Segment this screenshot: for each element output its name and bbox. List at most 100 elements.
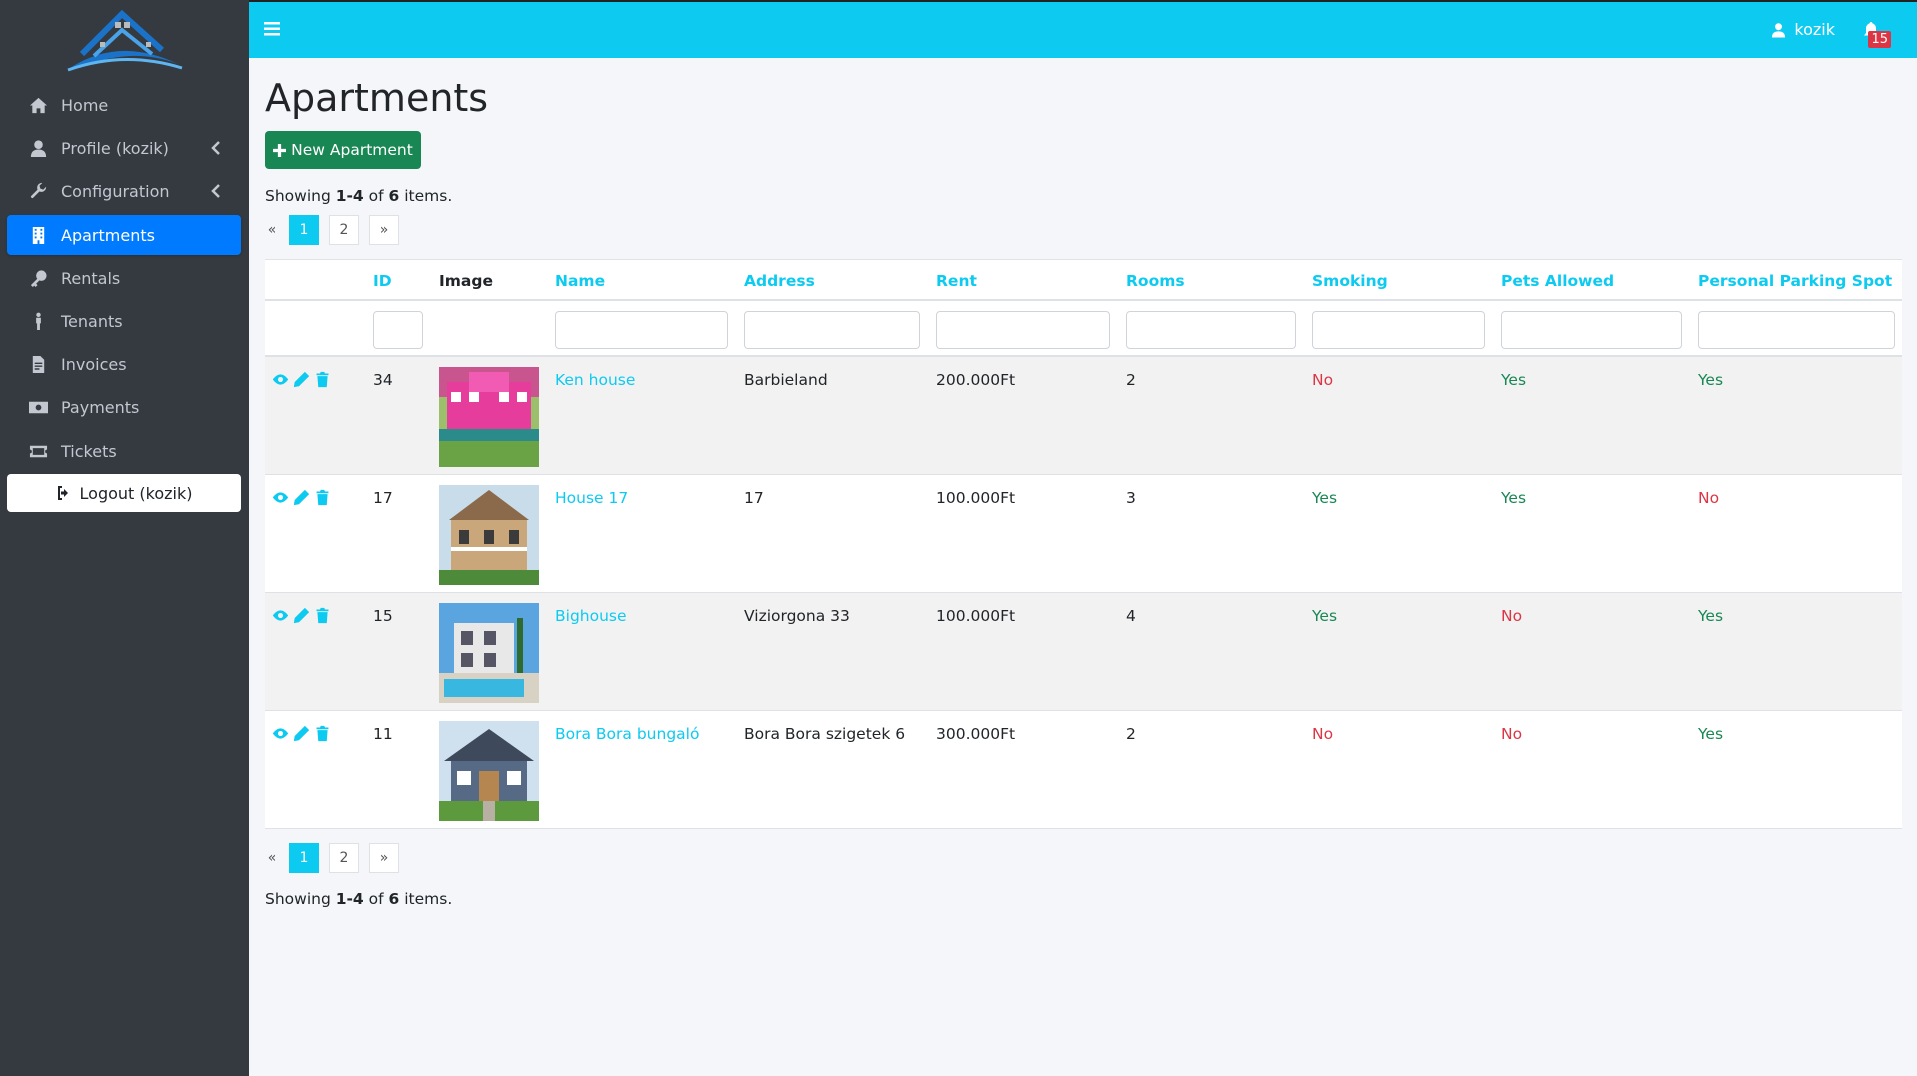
cell-rent: 200.000Ft [936,371,1016,389]
delete-trash-icon[interactable] [314,489,331,506]
cell-address: Barbieland [744,371,828,389]
apartment-thumbnail [439,721,539,821]
view-eye-icon[interactable] [272,371,289,388]
new-apartment-label: New Apartment [291,141,413,159]
pagination-page-2[interactable]: 2 [329,215,359,245]
filter-pets-input[interactable] [1501,311,1682,349]
edit-pencil-icon[interactable] [293,607,310,624]
sidebar-item-apartments[interactable]: Apartments [7,215,241,255]
user-icon [1772,22,1786,37]
filter-name-input[interactable] [555,311,728,349]
cell-rent: 100.000Ft [936,489,1016,507]
pagination-next[interactable]: » [369,843,399,873]
view-eye-icon[interactable] [272,607,289,624]
cell-parking: Yes [1698,371,1724,389]
view-eye-icon[interactable] [272,489,289,506]
pagination-page-1[interactable]: 1 [289,215,319,245]
wrench-icon [27,180,49,202]
brand-logo[interactable] [60,6,185,76]
ticket-icon [27,440,49,462]
apartment-thumbnail [439,367,539,467]
hamburger-menu-icon[interactable] [264,22,280,36]
column-header-pets[interactable]: Pets Allowed [1501,272,1614,290]
pagination-prev[interactable]: « [265,215,279,245]
cell-id: 15 [373,607,393,625]
cell-id: 11 [373,725,393,743]
cell-name-link[interactable]: Bora Bora bungaló [555,725,699,743]
edit-pencil-icon[interactable] [293,725,310,742]
user-menu[interactable]: kozik [1771,20,1835,39]
cell-pets: No [1501,725,1523,743]
logout-button[interactable]: Logout (kozik) [7,474,241,512]
row-actions [272,489,335,506]
column-header-address[interactable]: Address [744,272,815,290]
cell-pets: Yes [1501,371,1527,389]
sidebar-item-label: Configuration [61,181,170,201]
apartment-thumbnail [439,485,539,585]
filter-rooms-input[interactable] [1126,311,1296,349]
sidebar-item-payments[interactable]: Payments [7,387,241,427]
cell-rent: 100.000Ft [936,607,1016,625]
column-header-rent[interactable]: Rent [936,272,977,290]
home-icon [27,94,49,116]
results-summary-bottom: Showing 1-4 of 6 items. [265,890,453,908]
sidebar-item-label: Home [61,95,109,115]
column-header-rooms[interactable]: Rooms [1126,272,1185,290]
cell-smoking: No [1312,725,1334,743]
filter-id-input[interactable] [373,311,423,349]
sidebar-item-configuration[interactable]: Configuration [7,171,241,211]
logout-label: Logout (kozik) [79,483,193,503]
cell-address: Viziorgona 33 [744,607,850,625]
sidebar-item-home[interactable]: Home [7,85,241,125]
chevron-left-icon [211,184,220,198]
delete-trash-icon[interactable] [314,725,331,742]
sidebar-item-invoices[interactable]: Invoices [7,344,241,384]
cell-rent: 300.000Ft [936,725,1016,743]
cell-rooms: 2 [1126,371,1136,389]
edit-pencil-icon[interactable] [293,489,310,506]
username: kozik [1794,20,1835,39]
invoice-icon [27,353,49,375]
column-header-name[interactable]: Name [555,272,605,290]
sidebar: Home Profile (kozik) Configuration Apart… [0,0,249,1076]
sidebar-item-label: Tenants [61,311,123,331]
filter-address-input[interactable] [744,311,920,349]
column-header-parking[interactable]: Personal Parking Spot [1698,272,1892,290]
filter-smoking-input[interactable] [1312,311,1485,349]
cell-name-link[interactable]: Bighouse [555,607,627,625]
sidebar-item-label: Profile (kozik) [61,138,169,158]
sidebar-item-tenants[interactable]: Tenants [7,301,241,341]
column-header-image: Image [439,272,493,290]
sidebar-item-tickets[interactable]: Tickets [7,431,241,471]
pagination-prev[interactable]: « [265,843,279,873]
cell-smoking: Yes [1312,607,1338,625]
page-title: Apartments [265,76,489,120]
filter-rent-input[interactable] [936,311,1110,349]
delete-trash-icon[interactable] [314,607,331,624]
cell-parking: Yes [1698,725,1724,743]
sidebar-item-rentals[interactable]: Rentals [7,258,241,298]
row-actions [272,725,335,742]
column-header-id[interactable]: ID [373,272,392,290]
cell-name-link[interactable]: Ken house [555,371,635,389]
column-header-smoking[interactable]: Smoking [1312,272,1388,290]
sign-out-icon [57,486,68,500]
edit-pencil-icon[interactable] [293,371,310,388]
cell-smoking: Yes [1312,489,1338,507]
cell-name-link[interactable]: House 17 [555,489,628,507]
new-apartment-button[interactable]: New Apartment [265,131,421,169]
sidebar-item-profile[interactable]: Profile (kozik) [7,128,241,168]
apartment-thumbnail [439,603,539,703]
row-actions [272,371,335,388]
pagination-page-2[interactable]: 2 [329,843,359,873]
pagination-next[interactable]: » [369,215,399,245]
money-icon [27,396,49,418]
view-eye-icon[interactable] [272,725,289,742]
cell-pets: No [1501,607,1523,625]
cell-rooms: 2 [1126,725,1136,743]
plus-icon [273,143,287,157]
pagination-page-1[interactable]: 1 [289,843,319,873]
person-icon [27,310,49,332]
delete-trash-icon[interactable] [314,371,331,388]
filter-parking-input[interactable] [1698,311,1895,349]
